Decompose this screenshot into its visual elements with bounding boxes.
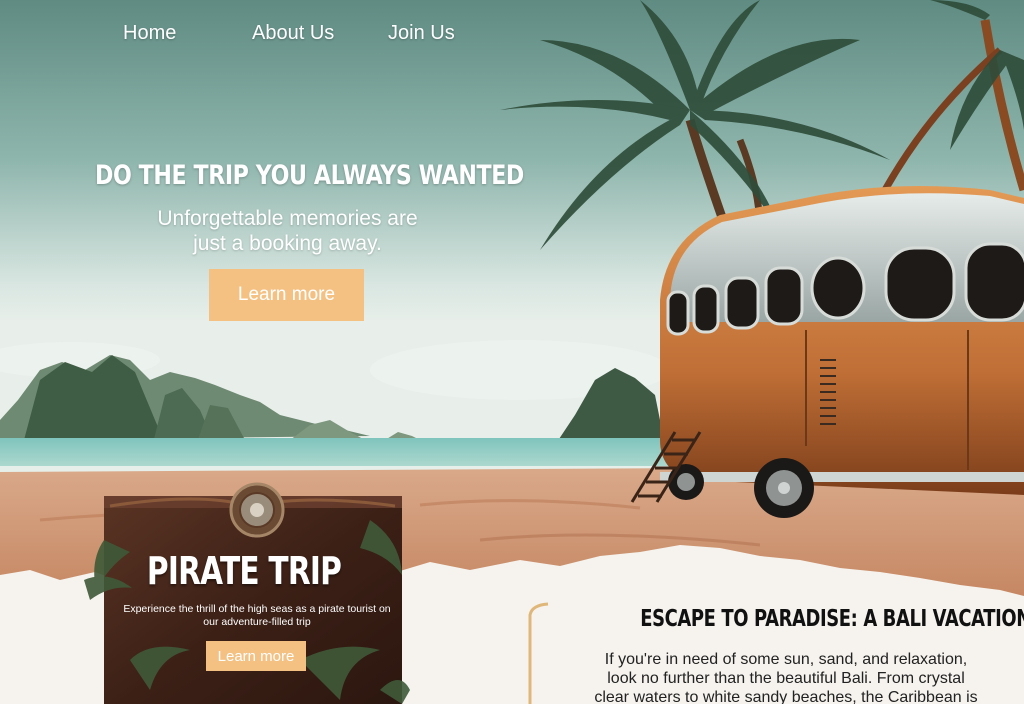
- hero-subtitle-line-2: just a booking away.: [193, 232, 382, 255]
- hero-subtitle-line-1: Unforgettable memories are: [157, 207, 418, 230]
- top-navigation: Home About Us Join Us: [0, 22, 520, 52]
- hero-title: DO THE TRIP YOU ALWAYS WANTED: [95, 160, 524, 191]
- pirate-trip-description: Experience the thrill of the high seas a…: [123, 603, 391, 628]
- bali-article-body: If you're in need of some sun, sand, and…: [594, 651, 978, 704]
- hero-subtitle: Unforgettable memories are just a bookin…: [120, 206, 455, 256]
- bali-article-title: ESCAPE TO PARADISE: A BALI VACATION: [640, 606, 1024, 632]
- pirate-trip-learn-more-button[interactable]: Learn more: [206, 641, 306, 671]
- hero-learn-more-button[interactable]: Learn more: [209, 269, 364, 321]
- nav-link-about-us[interactable]: About Us: [252, 22, 334, 45]
- pirate-trip-card: [104, 496, 402, 704]
- pirate-trip-title: PIRATE TRIP: [146, 549, 342, 593]
- nav-link-home[interactable]: Home: [123, 22, 176, 45]
- nav-link-join-us[interactable]: Join Us: [388, 22, 455, 45]
